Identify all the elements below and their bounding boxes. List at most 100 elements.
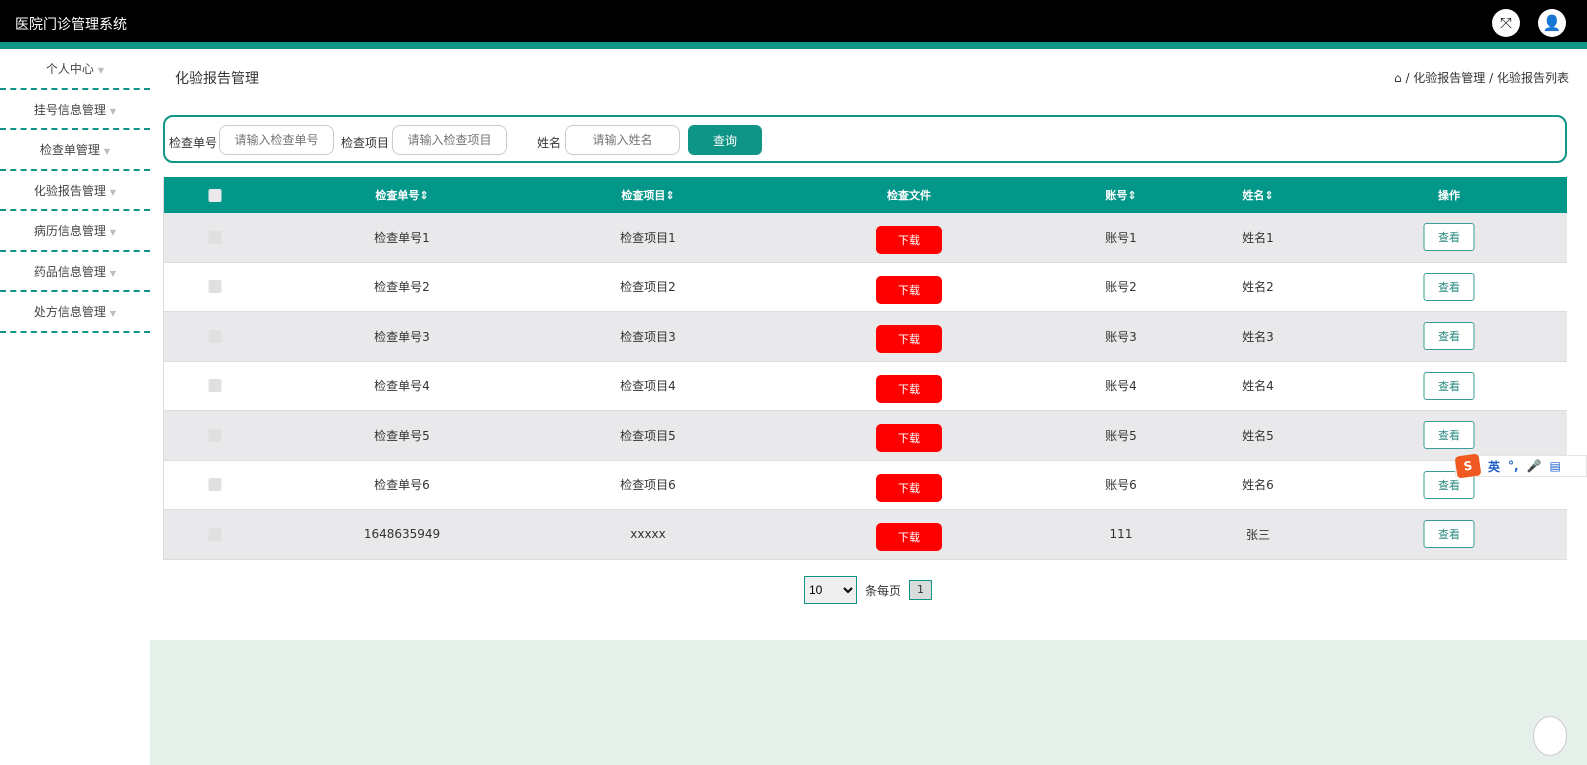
- exam-id-input[interactable]: [219, 125, 334, 155]
- column-header-name[interactable]: 姓名 ⇕: [1242, 177, 1273, 213]
- row-checkbox[interactable]: [208, 280, 222, 294]
- download-button[interactable]: 下载: [876, 523, 942, 552]
- cell-exam-item: 检查项目2: [620, 280, 676, 295]
- row-checkbox[interactable]: [208, 329, 222, 343]
- breadcrumb-item[interactable]: 化验报告管理: [1413, 71, 1485, 85]
- name-input[interactable]: [565, 125, 680, 155]
- sidebar-item[interactable]: 个人中心 ▼: [0, 49, 150, 90]
- cell-account: 账号4: [1105, 379, 1137, 394]
- column-header-file: 检查文件: [887, 189, 931, 202]
- cell-name: 姓名6: [1242, 478, 1274, 493]
- cell-exam-item: 检查项目6: [620, 478, 676, 493]
- cell-name: 姓名5: [1242, 428, 1274, 443]
- row-checkbox[interactable]: [208, 478, 222, 492]
- sidebar-item[interactable]: 病历信息管理 ▼: [0, 211, 150, 252]
- ime-punct[interactable]: °,: [1508, 459, 1519, 473]
- user-icon[interactable]: 👤: [1538, 9, 1566, 37]
- keyboard-icon[interactable]: ▤: [1550, 459, 1561, 473]
- table-row: 检查单号4 检查项目4 下载 账号4 姓名4 查看: [164, 362, 1567, 411]
- cell-exam-item: 检查项目3: [620, 329, 676, 344]
- search-bar: 检查单号 检查项目 姓名 查询: [163, 115, 1567, 163]
- sidebar-item[interactable]: 处方信息管理 ▼: [0, 292, 150, 333]
- sidebar-item-label: 化验报告管理: [33, 183, 106, 198]
- page-size-select[interactable]: 10: [804, 576, 857, 604]
- sidebar-item[interactable]: 药品信息管理 ▼: [0, 252, 150, 292]
- cell-name: 姓名2: [1242, 280, 1274, 295]
- caret-down-icon: ▼: [109, 106, 117, 116]
- cell-exam-id: 检查单号2: [374, 280, 430, 295]
- table-row: 检查单号5 检查项目5 下载 账号5 姓名5 查看: [164, 411, 1567, 461]
- table-row: 检查单号1 检查项目1 下载 账号1 姓名1 查看: [164, 213, 1567, 263]
- download-button[interactable]: 下载: [876, 374, 942, 403]
- page-title: 化验报告管理: [175, 71, 259, 87]
- exam-item-input[interactable]: [392, 125, 507, 155]
- back-to-top-button[interactable]: [1533, 716, 1567, 756]
- sidebar-item-label: 个人中心: [45, 62, 94, 76]
- report-table: 检查单号 ⇕ 检查项目 ⇕ 检查文件 账号 ⇕ 姓名 ⇕ 操作 检查单号1 检查项目1 …: [163, 177, 1567, 560]
- cell-name: 姓名3: [1242, 329, 1274, 344]
- cell-exam-id: 检查单号5: [374, 428, 430, 443]
- sidebar-item-label: 挂号信息管理: [33, 102, 106, 117]
- view-button[interactable]: 查看: [1423, 371, 1475, 400]
- column-header-actions: 操作: [1438, 189, 1460, 202]
- sidebar: 个人中心 ▼ 挂号信息管理 ▼ 检查单管理 ▼ 化验报告管理 ▼ 病历信息管理 ▼ 药品信息管理 ▼ 处…: [0, 49, 150, 333]
- accent-strip: [0, 42, 1587, 49]
- download-button[interactable]: 下载: [876, 275, 942, 304]
- search-label: 检查项目: [341, 136, 390, 150]
- cell-account: 账号3: [1105, 329, 1137, 344]
- download-button[interactable]: 下载: [876, 424, 942, 453]
- row-checkbox[interactable]: [208, 379, 222, 393]
- ime-mode[interactable]: 英: [1488, 458, 1500, 475]
- sogou-logo-icon[interactable]: S: [1454, 453, 1482, 479]
- cell-account: 111: [1109, 527, 1133, 542]
- select-all-checkbox[interactable]: [208, 188, 222, 202]
- sidebar-item-label: 病历信息管理: [33, 224, 106, 238]
- caret-down-icon: ▼: [109, 309, 117, 318]
- view-button[interactable]: 查看: [1423, 272, 1475, 301]
- caret-down-icon: ▼: [109, 228, 117, 237]
- breadcrumb: ⌂ / 化验报告管理 / 化验报告列表: [1394, 71, 1569, 85]
- table-row: 检查单号2 检查项目2 下载 账号2 姓名2 查看: [164, 263, 1567, 312]
- cell-account: 账号2: [1105, 280, 1137, 295]
- row-checkbox[interactable]: [208, 527, 222, 541]
- per-page-label: 条每页: [865, 583, 902, 598]
- column-header-account[interactable]: 账号 ⇕: [1105, 177, 1136, 213]
- footer-area: [150, 640, 1587, 765]
- ime-toolbar: S 英 °, 🎤 ▤: [1454, 453, 1587, 479]
- query-button[interactable]: 查询: [688, 125, 762, 155]
- download-button[interactable]: 下载: [876, 226, 942, 255]
- sidebar-item-label: 检查单管理: [39, 143, 100, 157]
- view-button[interactable]: 查看: [1423, 322, 1475, 351]
- table-row: 1648635949 xxxxx 下载 111 张三 查看: [164, 510, 1567, 560]
- cell-account: 账号6: [1105, 478, 1137, 493]
- caret-down-icon: ▼: [103, 147, 111, 156]
- cell-exam-id: 检查单号1: [374, 230, 430, 245]
- row-checkbox[interactable]: [208, 428, 222, 442]
- view-button[interactable]: 查看: [1423, 520, 1475, 549]
- table-row: 检查单号6 检查项目6 下载 账号6 姓名6 查看: [164, 461, 1567, 510]
- cell-exam-item: xxxxx: [630, 527, 666, 542]
- home-icon[interactable]: ⌂: [1394, 71, 1402, 85]
- cell-name: 姓名4: [1242, 379, 1274, 394]
- row-checkbox[interactable]: [208, 230, 222, 244]
- view-button[interactable]: 查看: [1423, 421, 1475, 450]
- sidebar-item[interactable]: 挂号信息管理 ▼: [0, 90, 150, 130]
- view-button[interactable]: 查看: [1423, 223, 1475, 252]
- download-button[interactable]: 下载: [876, 473, 942, 502]
- sidebar-item[interactable]: 检查单管理 ▼: [0, 130, 150, 171]
- cell-exam-id: 检查单号3: [374, 329, 430, 344]
- cell-exam-item: 检查项目5: [620, 428, 676, 443]
- page-button[interactable]: 1: [909, 580, 933, 600]
- column-header-exam-item[interactable]: 检查项目 ⇕: [621, 177, 674, 213]
- microphone-icon[interactable]: 🎤: [1527, 459, 1542, 473]
- column-header-exam-id[interactable]: 检查单号 ⇕: [375, 177, 428, 213]
- sidebar-item[interactable]: 化验报告管理 ▼: [0, 171, 150, 211]
- sidebar-item-label: 处方信息管理: [33, 305, 106, 319]
- sidebar-item-label: 药品信息管理: [33, 264, 106, 279]
- caret-down-icon: ▼: [109, 187, 117, 197]
- download-button[interactable]: 下载: [876, 325, 942, 354]
- top-bar: 医院门诊管理系统 ⤧ 👤: [0, 0, 1587, 42]
- app-title: 医院门诊管理系统: [15, 17, 127, 33]
- cell-name: 张三: [1245, 527, 1271, 542]
- fullscreen-icon[interactable]: ⤧: [1492, 9, 1520, 37]
